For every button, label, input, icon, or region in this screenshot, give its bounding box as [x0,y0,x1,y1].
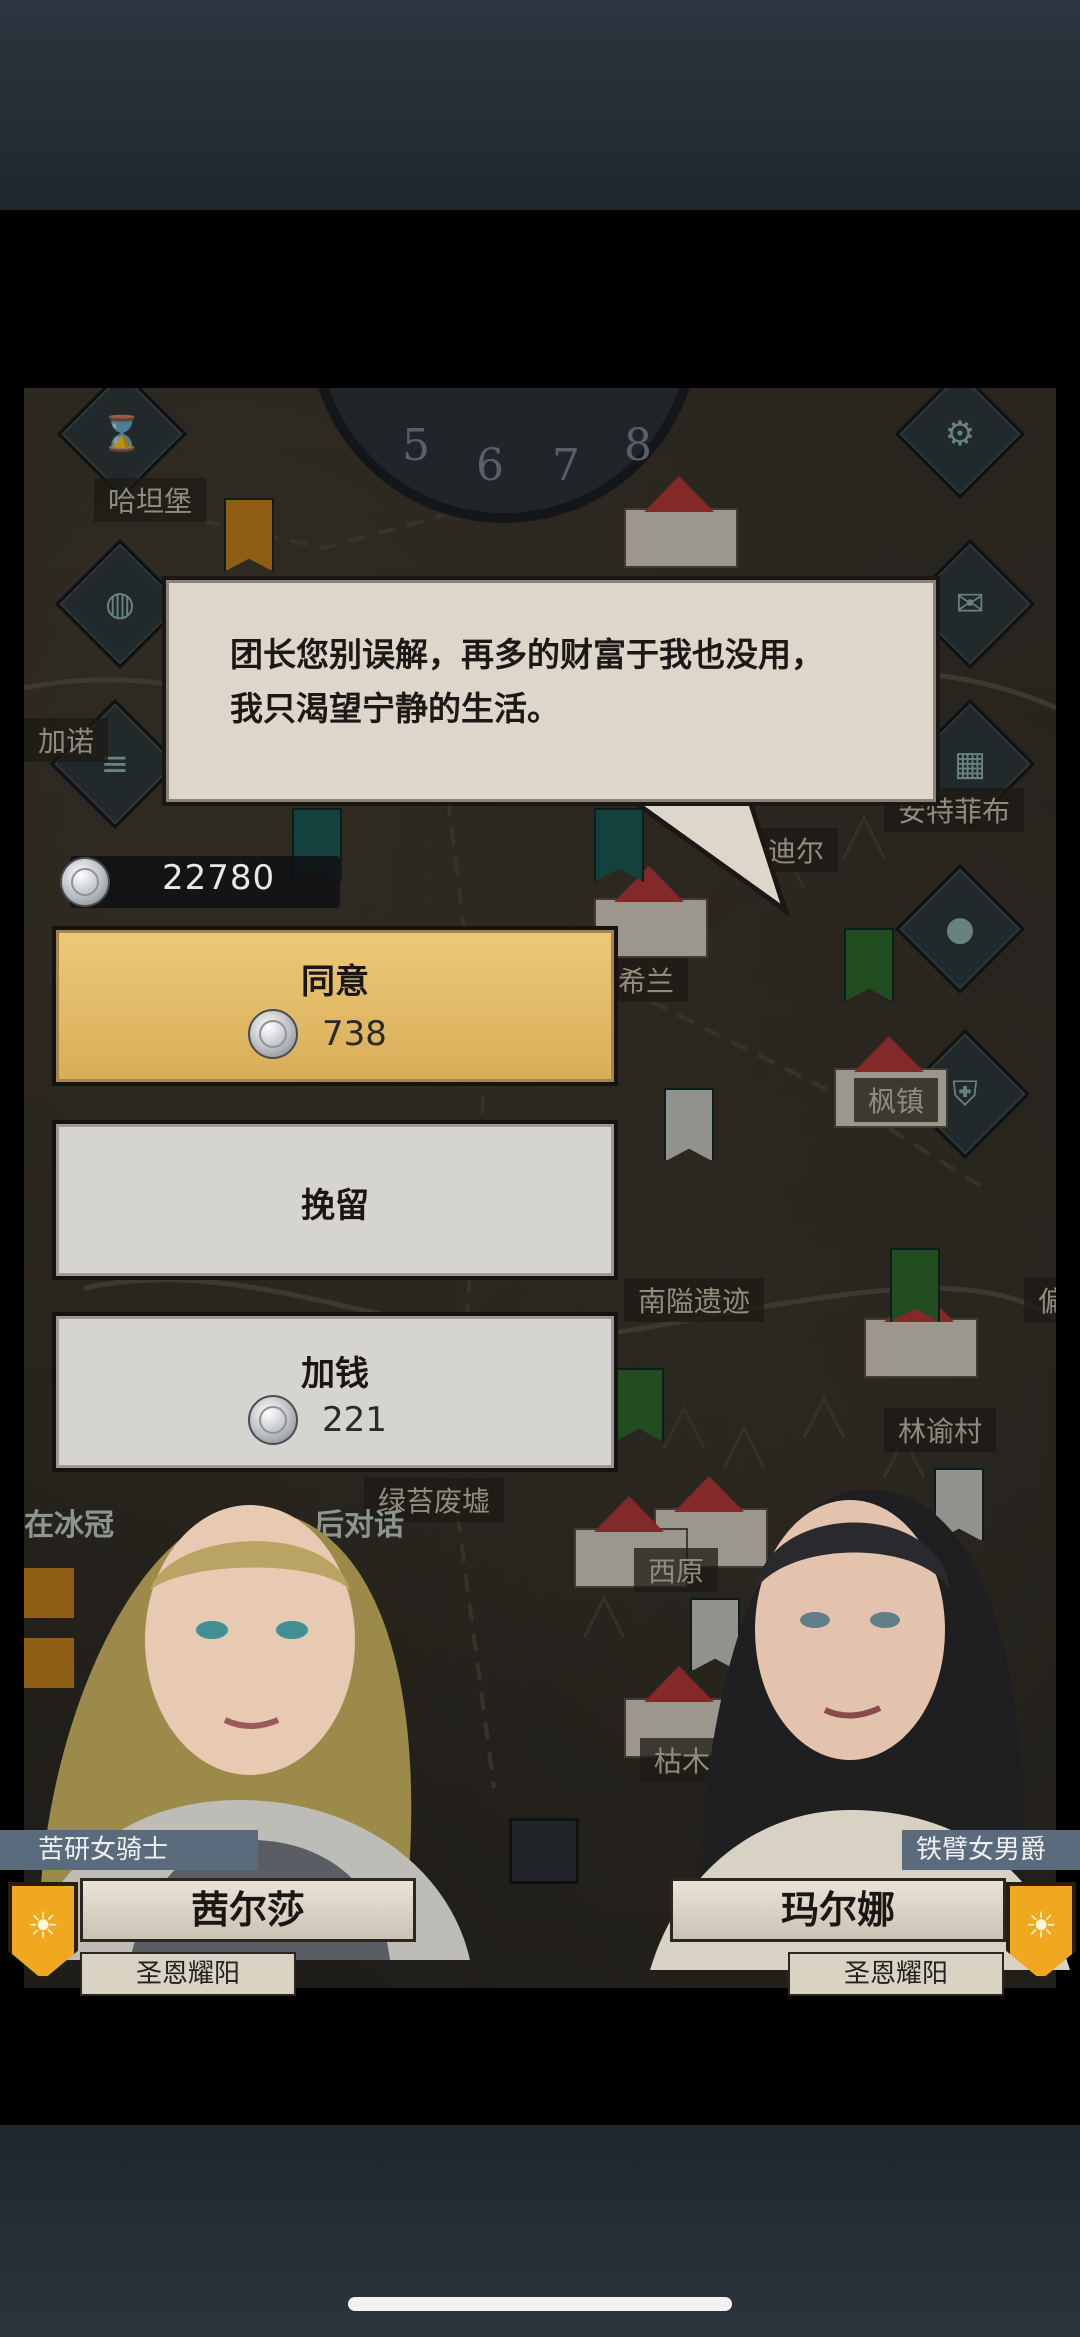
silver-coin-icon [60,857,110,907]
dialogue-line-1: 团长您别误解，再多的财富于我也没用， [230,635,824,674]
silver-coin-icon [248,1395,298,1445]
home-indicator[interactable] [348,2297,732,2311]
choice-agree-cost: 738 [322,1014,387,1054]
choice-add-money-label: 加钱 [301,1354,369,1394]
dialogue-line-2: 我只渴望宁静的生活。 [230,689,560,728]
left-character-title: 苦研女骑士 [0,1830,258,1870]
left-character-name: 茜尔莎 [190,1888,305,1932]
left-character-name-plate: 茜尔莎 [80,1878,416,1942]
dialogue-text: 团长您别误解，再多的财富于我也没用， 我只渴望宁静的生活。 [230,628,910,736]
silver-coin-icon [248,1009,298,1059]
right-character-name: 玛尔娜 [780,1888,895,1932]
choice-add-money-button[interactable]: 加钱 221 [52,1312,618,1472]
right-character-faction: 圣恩耀阳 [788,1952,1004,1996]
choice-retain-label: 挽留 [301,1186,369,1226]
silver-amount: 22780 [162,858,276,898]
top-letterbox [0,0,1080,210]
choice-retain-button[interactable]: 挽留 [52,1120,618,1280]
choice-agree-label: 同意 [301,962,369,1002]
left-character-faction: 圣恩耀阳 [80,1952,296,1996]
right-character-name-plate: 玛尔娜 [670,1878,1006,1942]
choice-add-money-cost: 221 [322,1400,387,1440]
choice-agree-button[interactable]: 同意 738 [52,926,618,1086]
right-character-title: 铁臂女男爵 [902,1830,1080,1870]
